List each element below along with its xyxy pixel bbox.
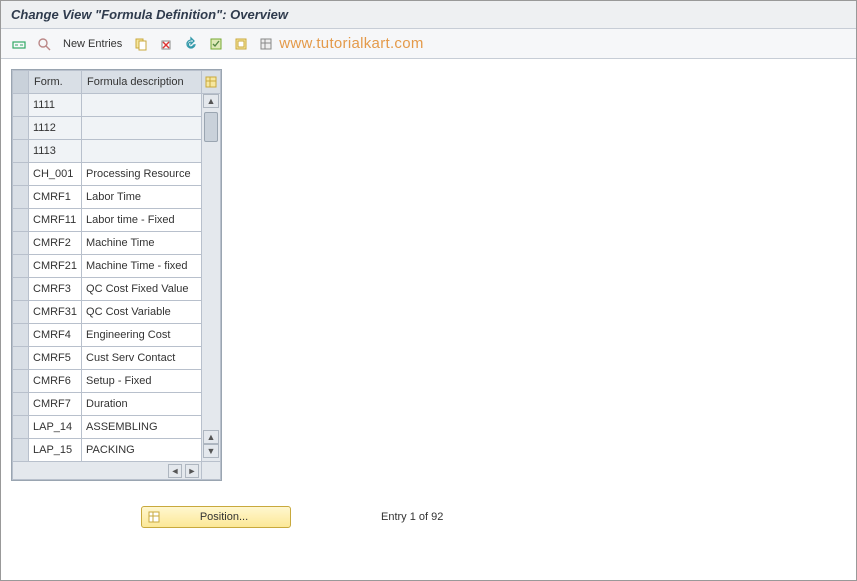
row-selector[interactable]: [13, 94, 29, 117]
row-selector[interactable]: [13, 209, 29, 232]
cell-form-key[interactable]: CH_001: [29, 163, 82, 186]
horizontal-scrollbar[interactable]: ◄ ►: [13, 462, 221, 480]
row-selector[interactable]: [13, 117, 29, 140]
cell-form-key[interactable]: CMRF21: [29, 255, 82, 278]
cell-description[interactable]: QC Cost Variable: [82, 301, 202, 324]
toolbar: New Entries www.tutorialkart.com: [1, 29, 856, 59]
cell-description[interactable]: Labor time - Fixed: [82, 209, 202, 232]
row-selector[interactable]: [13, 140, 29, 163]
cell-form-key[interactable]: CMRF6: [29, 370, 82, 393]
row-selector[interactable]: [13, 393, 29, 416]
cell-description[interactable]: Labor Time: [82, 186, 202, 209]
cell-description[interactable]: Cust Serv Contact: [82, 347, 202, 370]
cell-form-key[interactable]: CMRF4: [29, 324, 82, 347]
cell-form-key[interactable]: CMRF2: [29, 232, 82, 255]
position-button[interactable]: Position...: [141, 506, 291, 528]
scroll-up-page-icon[interactable]: ▲: [203, 430, 219, 444]
deselect-all-icon[interactable]: [231, 34, 251, 54]
cell-form-key[interactable]: CMRF3: [29, 278, 82, 301]
row-selector-header[interactable]: [13, 71, 29, 94]
watermark-text: www.tutorialkart.com: [279, 35, 423, 52]
row-selector[interactable]: [13, 186, 29, 209]
table-row: 1111▲▲▼: [13, 94, 221, 117]
cell-description[interactable]: [82, 117, 202, 140]
cell-description[interactable]: Machine Time - fixed: [82, 255, 202, 278]
row-selector[interactable]: [13, 278, 29, 301]
row-selector[interactable]: [13, 232, 29, 255]
scroll-up-icon[interactable]: ▲: [203, 94, 219, 108]
entry-status: Entry 1 of 92: [381, 511, 443, 523]
table-settings-icon[interactable]: [256, 34, 276, 54]
row-selector[interactable]: [13, 255, 29, 278]
cell-description[interactable]: Engineering Cost: [82, 324, 202, 347]
cell-form-key[interactable]: CMRF1: [29, 186, 82, 209]
table-row: CMRF4Engineering Cost: [13, 324, 221, 347]
table-row: CH_001Processing Resource: [13, 163, 221, 186]
scrollbar-thumb[interactable]: [204, 112, 218, 142]
table-row: CMRF1Labor Time: [13, 186, 221, 209]
cell-description[interactable]: Setup - Fixed: [82, 370, 202, 393]
table-row: CMRF5Cust Serv Contact: [13, 347, 221, 370]
scroll-left-icon[interactable]: ◄: [168, 464, 182, 478]
row-selector[interactable]: [13, 301, 29, 324]
cell-form-key[interactable]: 1112: [29, 117, 82, 140]
table-row: LAP_15PACKING: [13, 439, 221, 462]
cell-form-key[interactable]: LAP_15: [29, 439, 82, 462]
copy-icon[interactable]: [131, 34, 151, 54]
column-header-form[interactable]: Form.: [29, 71, 82, 94]
row-selector[interactable]: [13, 324, 29, 347]
table-row: CMRF7Duration: [13, 393, 221, 416]
cell-form-key[interactable]: 1111: [29, 94, 82, 117]
cell-form-key[interactable]: LAP_14: [29, 416, 82, 439]
vertical-scrollbar[interactable]: ▲▲▼: [202, 94, 221, 462]
toggle-view-icon[interactable]: [9, 34, 29, 54]
cell-description[interactable]: Processing Resource: [82, 163, 202, 186]
cell-description[interactable]: PACKING: [82, 439, 202, 462]
cell-description[interactable]: [82, 94, 202, 117]
table-row: LAP_14ASSEMBLING: [13, 416, 221, 439]
find-icon[interactable]: [34, 34, 54, 54]
cell-form-key[interactable]: CMRF31: [29, 301, 82, 324]
scroll-right-icon[interactable]: ►: [185, 464, 199, 478]
cell-form-key[interactable]: CMRF11: [29, 209, 82, 232]
table-row: CMRF6Setup - Fixed: [13, 370, 221, 393]
row-selector[interactable]: [13, 370, 29, 393]
table-row: CMRF31QC Cost Variable: [13, 301, 221, 324]
position-icon: [146, 509, 162, 525]
formula-table: Form. Formula description 1111▲▲▼1112111…: [11, 69, 222, 481]
undo-icon[interactable]: [181, 34, 201, 54]
cell-form-key[interactable]: CMRF7: [29, 393, 82, 416]
configure-columns-icon[interactable]: [202, 71, 221, 94]
content-area: Form. Formula description 1111▲▲▼1112111…: [1, 59, 856, 494]
cell-description[interactable]: ASSEMBLING: [82, 416, 202, 439]
select-all-icon[interactable]: [206, 34, 226, 54]
table-row: CMRF2Machine Time: [13, 232, 221, 255]
table-row: CMRF3QC Cost Fixed Value: [13, 278, 221, 301]
new-entries-button[interactable]: New Entries: [59, 38, 126, 50]
cell-form-key[interactable]: 1113: [29, 140, 82, 163]
row-selector[interactable]: [13, 416, 29, 439]
footer: Position... Entry 1 of 92: [1, 506, 856, 528]
cell-description[interactable]: [82, 140, 202, 163]
table-row: CMRF21Machine Time - fixed: [13, 255, 221, 278]
scroll-down-icon[interactable]: ▼: [203, 444, 219, 458]
table-row: 1113: [13, 140, 221, 163]
row-selector[interactable]: [13, 347, 29, 370]
table-row: 1112: [13, 117, 221, 140]
cell-description[interactable]: Duration: [82, 393, 202, 416]
row-selector[interactable]: [13, 439, 29, 462]
cell-description[interactable]: QC Cost Fixed Value: [82, 278, 202, 301]
position-label: Position...: [168, 511, 280, 523]
column-header-description[interactable]: Formula description: [82, 71, 202, 94]
delete-icon[interactable]: [156, 34, 176, 54]
row-selector[interactable]: [13, 163, 29, 186]
table-row: CMRF11Labor time - Fixed: [13, 209, 221, 232]
page-title: Change View "Formula Definition": Overvi…: [1, 1, 856, 29]
cell-description[interactable]: Machine Time: [82, 232, 202, 255]
cell-form-key[interactable]: CMRF5: [29, 347, 82, 370]
